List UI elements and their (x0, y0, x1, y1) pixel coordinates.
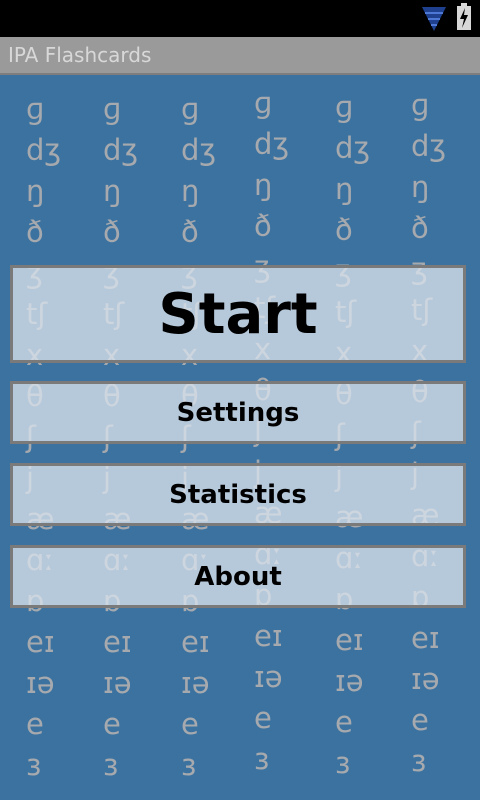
ipa-symbol: dʒ (103, 133, 139, 167)
ipa-symbol: eɪ (254, 619, 283, 653)
status-bar (0, 0, 480, 37)
ipa-symbol: ð (103, 215, 121, 249)
ipa-symbol: e (181, 707, 199, 741)
ipa-symbol: ɪə (254, 660, 283, 694)
app-title: IPA Flashcards (8, 43, 152, 67)
title-bar: IPA Flashcards (0, 37, 480, 75)
ipa-symbol: ð (26, 215, 44, 249)
ipa-symbol: ŋ (254, 168, 273, 202)
ipa-symbol: ð (411, 211, 429, 245)
ipa-symbol: dʒ (26, 133, 62, 167)
ipa-symbol: ŋ (335, 172, 354, 206)
start-button[interactable]: Start (10, 265, 466, 363)
ipa-symbol: ɪə (335, 664, 364, 698)
ipa-symbol: eɪ (181, 625, 210, 659)
main-content: ɡ dʒ ŋ ð ʒ tʃ x θ ʃ j æ ɑː ɒ eɪ ɪə e ɜ ɡ… (0, 75, 480, 800)
ipa-symbol: eɪ (335, 623, 364, 657)
ipa-symbol: ɡ (254, 86, 273, 120)
ipa-symbol: ɜ (335, 746, 351, 780)
signal-icon (422, 7, 446, 31)
ipa-symbol: eɪ (103, 625, 132, 659)
ipa-symbol: ɜ (103, 748, 119, 782)
ipa-symbol: ŋ (103, 174, 122, 208)
ipa-symbol: ɡ (103, 92, 122, 126)
battery-charging-icon (457, 3, 471, 30)
about-button[interactable]: About (10, 545, 466, 608)
ipa-symbol: ɡ (335, 90, 354, 124)
ipa-symbol: ɡ (411, 88, 430, 122)
ipa-symbol: ŋ (26, 174, 45, 208)
ipa-symbol: ɪə (181, 666, 210, 700)
ipa-symbol: ŋ (411, 170, 430, 204)
ipa-symbol: ɡ (26, 92, 45, 126)
ipa-symbol: dʒ (181, 133, 217, 167)
ipa-symbol: eɪ (411, 621, 440, 655)
ipa-symbol: e (411, 703, 429, 737)
ipa-symbol: e (254, 701, 272, 735)
ipa-symbol: ð (254, 209, 272, 243)
ipa-symbol: ð (181, 215, 199, 249)
ipa-symbol: dʒ (254, 127, 290, 161)
ipa-symbol: ɜ (411, 744, 427, 778)
ipa-symbol: ɜ (254, 742, 270, 776)
ipa-symbol: ŋ (181, 174, 200, 208)
ipa-symbol: ɪə (411, 662, 440, 696)
ipa-symbol: ɜ (26, 748, 42, 782)
ipa-symbol: ɡ (181, 92, 200, 126)
ipa-symbol: ð (335, 213, 353, 247)
ipa-symbol: dʒ (411, 129, 447, 163)
ipa-symbol: e (335, 705, 353, 739)
ipa-symbol: eɪ (26, 625, 55, 659)
ipa-symbol: dʒ (335, 131, 371, 165)
ipa-symbol: ɜ (181, 748, 197, 782)
ipa-symbol: ɪə (103, 666, 132, 700)
ipa-symbol: e (26, 707, 44, 741)
settings-button[interactable]: Settings (10, 381, 466, 444)
ipa-symbol: ɪə (26, 666, 55, 700)
ipa-symbol: e (103, 707, 121, 741)
statistics-button[interactable]: Statistics (10, 463, 466, 526)
